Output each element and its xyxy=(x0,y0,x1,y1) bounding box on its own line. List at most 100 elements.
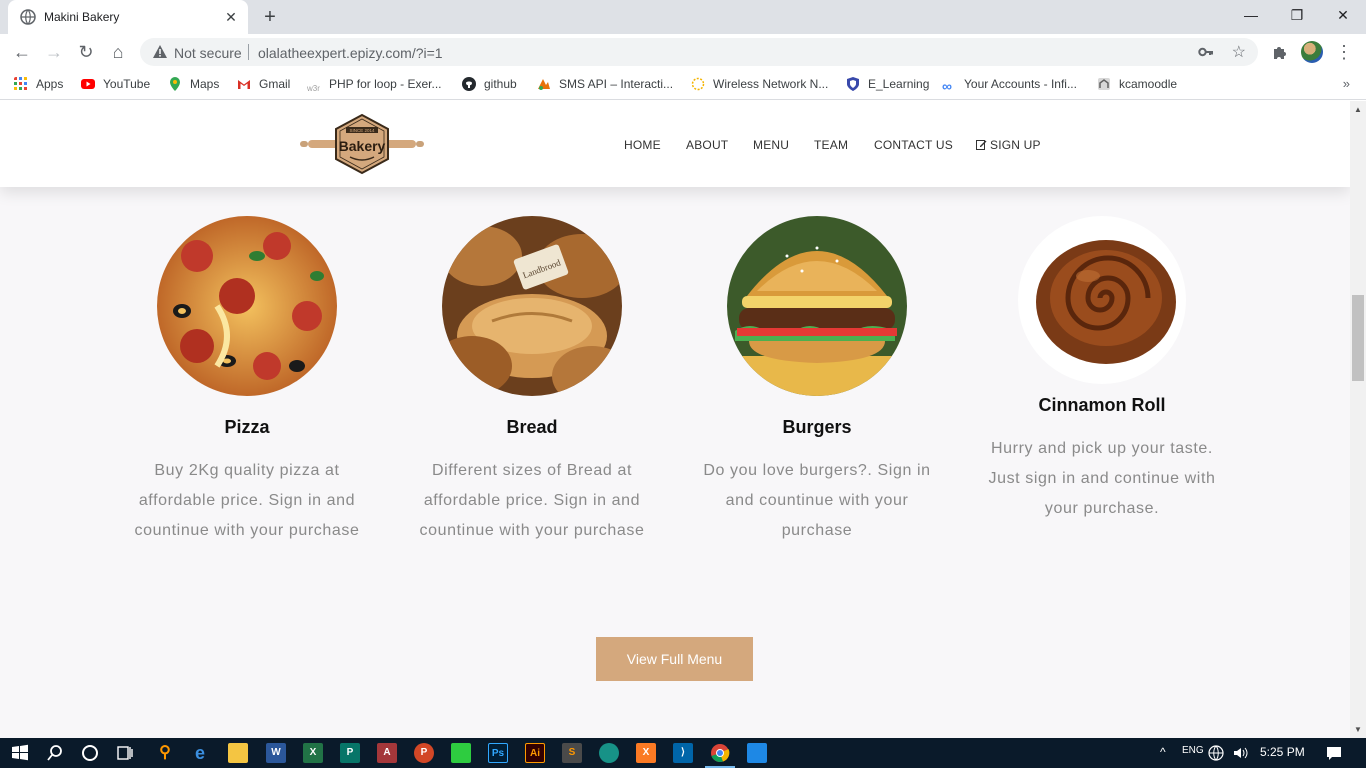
sublime-icon[interactable]: S xyxy=(562,743,582,763)
maps-icon xyxy=(170,77,180,91)
network-globe-icon[interactable] xyxy=(1208,745,1224,761)
pizza-photo xyxy=(157,216,337,396)
bookmark-star-icon[interactable]: ☆ xyxy=(1232,42,1246,62)
forward-button[interactable]: → xyxy=(40,38,68,66)
infinity-icon: ∞ xyxy=(942,78,952,94)
logo-banner: SINCE 2014 xyxy=(349,128,375,133)
excel-icon[interactable]: X xyxy=(303,743,323,763)
item-description: Hurry and pick up your taste. Just sign … xyxy=(988,440,1216,517)
nav-signup[interactable]: SIGN UP xyxy=(976,138,1041,152)
profile-avatar[interactable] xyxy=(1301,41,1323,63)
search-everything-icon[interactable]: ⚲ xyxy=(155,743,175,763)
home-button[interactable]: ⌂ xyxy=(104,38,132,66)
maximize-button[interactable]: ❐ xyxy=(1274,0,1320,30)
page-scrollbar[interactable]: ▲ ▼ xyxy=(1350,101,1366,738)
photos-icon[interactable] xyxy=(747,743,767,763)
security-status[interactable]: Not secure xyxy=(174,45,242,61)
bookmark-sms-api[interactable]: SMS API – Interacti... xyxy=(537,77,673,93)
warning-triangle-icon[interactable] xyxy=(152,44,168,60)
cortana-icon[interactable] xyxy=(80,743,100,763)
bookmark-elearning[interactable]: E_Learning xyxy=(846,77,929,93)
xampp-icon[interactable]: X xyxy=(636,743,656,763)
windows-taskbar: ⚲ e W X P A P Ps Ai S X ⟩ ^ ENG 5:25 PM xyxy=(0,738,1366,768)
bookmark-label: github xyxy=(484,77,517,91)
nav-team[interactable]: TEAM xyxy=(814,138,848,152)
minimize-button[interactable]: — xyxy=(1228,0,1274,30)
edge-icon[interactable]: e xyxy=(190,743,210,763)
w3schools-icon: w3r xyxy=(307,84,320,93)
scroll-down-icon[interactable]: ▼ xyxy=(1354,725,1362,734)
windows-start-icon[interactable] xyxy=(10,743,30,763)
nav-about[interactable]: ABOUT xyxy=(686,138,728,152)
site-navbar: SINCE 2014 Bakery HOME ABOUT MENU TEAM C… xyxy=(0,101,1350,187)
bookmark-github[interactable]: github xyxy=(462,77,517,93)
nav-home[interactable]: HOME xyxy=(624,138,661,152)
bookmark-label: Apps xyxy=(36,77,64,91)
bookmark-youtube[interactable]: YouTube xyxy=(81,77,150,93)
word-icon[interactable]: W xyxy=(266,743,286,763)
extensions-icon[interactable] xyxy=(1270,42,1290,62)
scroll-up-icon[interactable]: ▲ xyxy=(1354,105,1362,114)
scrollbar-thumb[interactable] xyxy=(1352,295,1364,381)
vscode-icon[interactable]: ⟩ xyxy=(673,743,693,763)
bookmark-label: Wireless Network N... xyxy=(713,77,829,91)
notifications-icon[interactable] xyxy=(1326,745,1342,761)
url-text[interactable]: olalatheexpert.epizy.com/?i=1 xyxy=(258,45,443,61)
address-bar[interactable]: Not secure olalatheexpert.epizy.com/?i=1… xyxy=(140,38,1258,66)
bakery-logo[interactable]: SINCE 2014 Bakery xyxy=(298,113,426,175)
view-full-menu-button[interactable]: View Full Menu xyxy=(596,637,753,681)
bookmark-label: Gmail xyxy=(259,77,291,91)
volume-icon[interactable] xyxy=(1232,745,1248,761)
close-window-button[interactable]: ✕ xyxy=(1320,0,1366,30)
task-view-icon[interactable] xyxy=(115,743,135,763)
new-tab-button[interactable]: + xyxy=(258,5,282,29)
green-app-icon[interactable] xyxy=(451,743,471,763)
bookmark-label: PHP for loop - Exer... xyxy=(329,77,442,91)
publisher-icon[interactable]: P xyxy=(340,743,360,763)
chrome-icon[interactable] xyxy=(710,743,730,763)
back-button[interactable]: ← xyxy=(8,38,36,66)
language-indicator[interactable]: ENG xyxy=(1182,745,1204,756)
illustrator-icon[interactable]: Ai xyxy=(525,743,545,763)
bookmark-label: SMS API – Interacti... xyxy=(559,77,674,91)
logo-text: Bakery xyxy=(339,138,386,154)
gmail-icon xyxy=(238,80,250,89)
edit-icon xyxy=(976,140,987,150)
wireless-icon xyxy=(691,77,705,91)
browser-tab[interactable]: Makini Bakery ✕ xyxy=(8,0,248,34)
key-icon[interactable] xyxy=(1198,44,1214,60)
item-title: Cinnamon Roll xyxy=(1038,395,1166,415)
bookmark-wireless[interactable]: Wireless Network N... xyxy=(691,77,828,93)
bookmark-apps[interactable]: Apps xyxy=(14,77,63,93)
bookmark-label: Maps xyxy=(190,77,220,91)
nav-menu[interactable]: MENU xyxy=(753,138,789,152)
tab-close-icon[interactable]: ✕ xyxy=(222,8,240,26)
elearning-shield-icon xyxy=(847,77,859,91)
moodle-icon xyxy=(1098,78,1110,90)
bookmark-label: kcamoodle xyxy=(1119,77,1178,91)
bookmark-kcamoodle[interactable]: kcamoodle xyxy=(1097,77,1177,93)
search-icon[interactable] xyxy=(45,743,65,763)
tray-chevron-icon[interactable]: ^ xyxy=(1160,745,1166,759)
gitkraken-icon[interactable] xyxy=(599,743,619,763)
bookmark-php-loop[interactable]: w3r PHP for loop - Exer... xyxy=(307,77,442,93)
bookmark-label: E_Learning xyxy=(868,77,930,91)
bookmark-gmail[interactable]: Gmail xyxy=(237,77,290,93)
bookmarks-overflow-icon[interactable]: » xyxy=(1343,76,1350,91)
bookmark-accounts[interactable]: ∞ Your Accounts - Infi... xyxy=(942,77,1077,93)
bookmark-label: Your Accounts - Infi... xyxy=(964,77,1077,91)
access-icon[interactable]: A xyxy=(377,743,397,763)
photoshop-icon[interactable]: Ps xyxy=(488,743,508,763)
powerpoint-icon[interactable]: P xyxy=(414,743,434,763)
reload-button[interactable]: ↻ xyxy=(72,38,100,66)
nav-contact[interactable]: CONTACT US xyxy=(874,138,953,152)
globe-icon xyxy=(20,9,36,25)
youtube-icon xyxy=(81,79,95,89)
bookmark-maps[interactable]: Maps xyxy=(168,77,219,93)
cinnamon-roll-photo xyxy=(1018,216,1186,384)
menu-kebab-icon[interactable]: ⋮ xyxy=(1334,42,1354,62)
sms-api-icon xyxy=(538,79,550,90)
item-description: Do you love burgers?. Sign in and counti… xyxy=(703,462,931,539)
file-explorer-icon[interactable] xyxy=(228,743,248,763)
clock[interactable]: 5:25 PM xyxy=(1260,745,1305,759)
